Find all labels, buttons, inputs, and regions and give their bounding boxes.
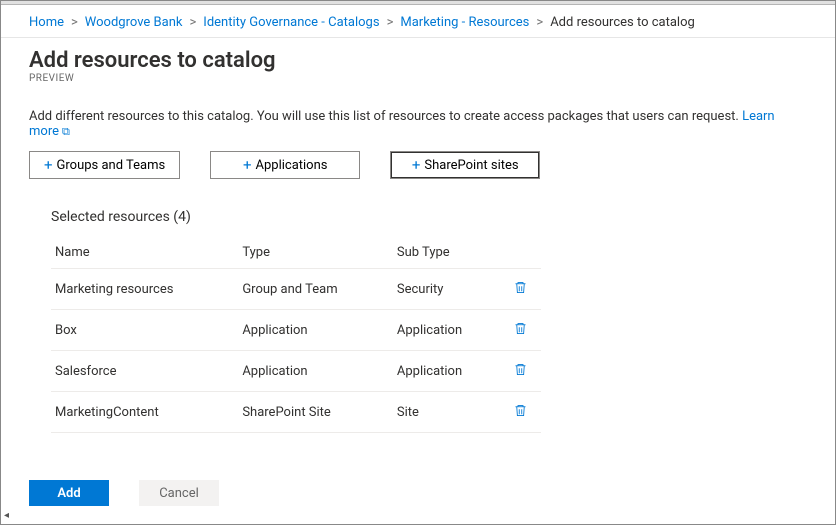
plus-icon: + [243,158,252,173]
breadcrumb-separator: > [387,15,394,30]
cell-subtype: Security [393,269,505,310]
trash-icon [513,321,528,336]
cell-type: Application [238,310,393,351]
cell-name: Marketing resources [51,269,238,310]
add-button[interactable]: Add [29,480,109,506]
delete-row-button[interactable] [511,360,530,382]
trash-icon [513,362,528,377]
breadcrumb-link[interactable]: Identity Governance - Catalogs [203,15,379,30]
scroll-left-arrow[interactable]: ◂ [4,510,9,521]
table-row: MarketingContentSharePoint SiteSite [51,392,541,433]
trash-icon [513,403,528,418]
breadcrumb-separator: > [189,15,196,30]
cell-subtype: Site [393,392,505,433]
cell-name: Salesforce [51,351,238,392]
delete-row-button[interactable] [511,278,530,300]
table-row: Marketing resourcesGroup and TeamSecurit… [51,269,541,310]
description-text: Add different resources to this catalog.… [29,109,742,124]
selected-resources-title: Selected resources (4) [51,205,807,237]
cell-actions [505,269,541,310]
cell-name: MarketingContent [51,392,238,433]
cell-actions [505,392,541,433]
trash-icon [513,280,528,295]
external-link-icon: ⧉ [62,125,70,138]
cell-name: Box [51,310,238,351]
breadcrumb-separator: > [71,15,78,30]
breadcrumb-link[interactable]: Woodgrove Bank [85,15,183,30]
cell-subtype: Application [393,351,505,392]
preview-badge: PREVIEW [29,73,807,84]
resources-table: NameTypeSub Type Marketing resourcesGrou… [51,237,541,433]
breadcrumb-link[interactable]: Marketing - Resources [400,15,529,30]
column-header: Type [238,237,393,269]
cell-type: Application [238,351,393,392]
cell-type: SharePoint Site [238,392,393,433]
delete-row-button[interactable] [511,319,530,341]
plus-icon: + [412,158,421,173]
table-row: BoxApplicationApplication [51,310,541,351]
breadcrumb: Home > Woodgrove Bank > Identity Governance … [1,5,835,38]
table-body: Marketing resourcesGroup and TeamSecurit… [51,269,541,433]
cell-actions [505,351,541,392]
table-header-row: NameTypeSub Type [51,237,541,269]
filter-button-groups-and-teams[interactable]: + Groups and Teams [29,151,180,179]
filter-button-applications[interactable]: +Applications [210,151,360,179]
breadcrumb-separator: > [536,15,543,30]
filter-button-label: Groups and Teams [57,158,166,173]
delete-row-button[interactable] [511,401,530,423]
filter-button-label: SharePoint sites [424,158,518,173]
footer-actions: Add Cancel [29,480,219,506]
cell-subtype: Application [393,310,505,351]
breadcrumb-current: Add resources to catalog [550,15,695,30]
column-header: Name [51,237,238,269]
page-title: Add resources to catalog [29,48,807,73]
page-description: Add different resources to this catalog.… [1,84,835,151]
cell-actions [505,310,541,351]
breadcrumb-link[interactable]: Home [29,15,64,30]
cell-type: Group and Team [238,269,393,310]
table-row: SalesforceApplicationApplication [51,351,541,392]
column-header: Sub Type [393,237,505,269]
plus-icon: + [44,158,53,173]
cancel-button[interactable]: Cancel [139,480,219,506]
filter-button-sharepoint-sites[interactable]: +SharePoint sites [390,151,540,179]
filter-button-label: Applications [255,158,327,173]
column-header-actions [505,237,541,269]
filter-button-row: +Groups and Teams+Applications+SharePoin… [1,151,835,195]
